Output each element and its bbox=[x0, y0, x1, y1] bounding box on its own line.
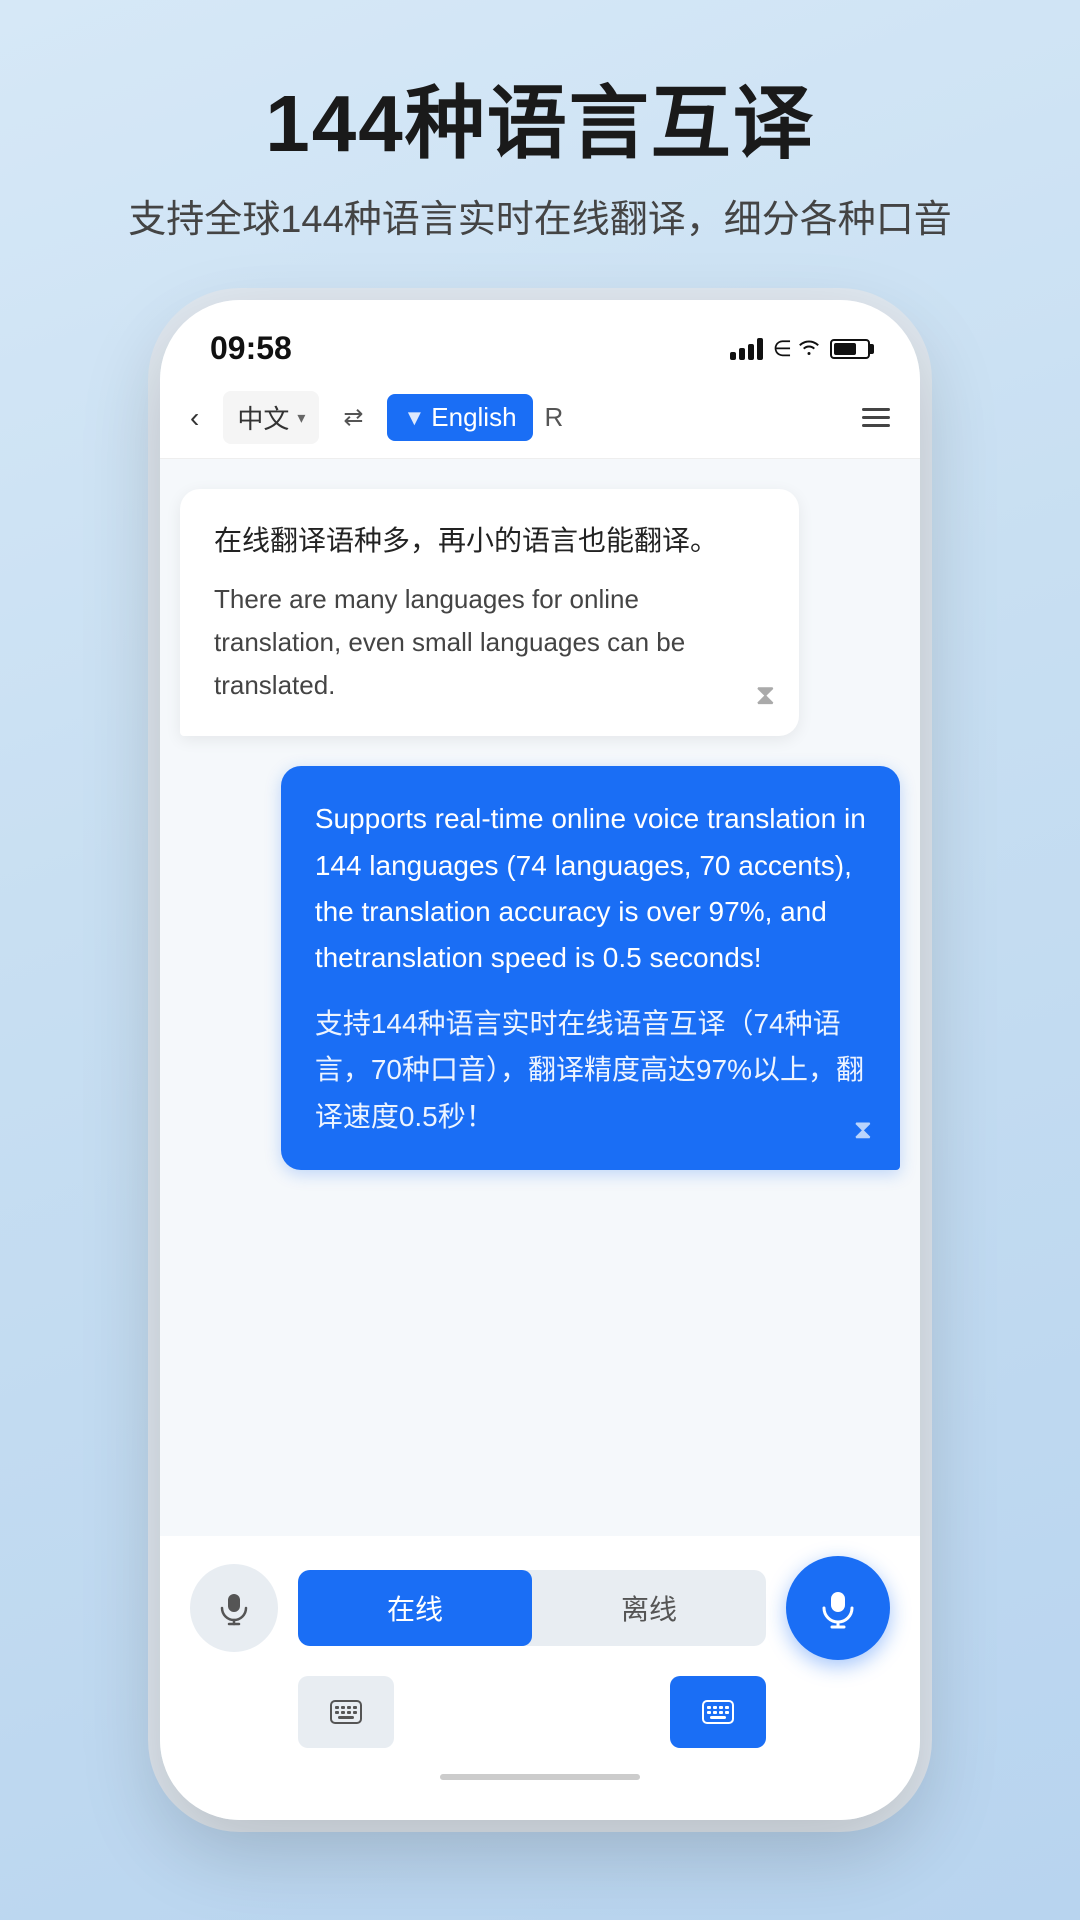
right-bubble-en-text: Supports real-time online voice translat… bbox=[315, 796, 866, 981]
online-toggle-btn[interactable]: 在线 bbox=[298, 1570, 532, 1646]
dropdown-tag: ▼ bbox=[403, 405, 425, 431]
status-time: 09:58 bbox=[210, 330, 292, 367]
page-title: 144种语言互译 bbox=[0, 80, 1080, 168]
r-label: R bbox=[545, 402, 564, 433]
chat-area: 在线翻译语种多，再小的语言也能翻译。 There are many langua… bbox=[160, 459, 920, 1536]
sound-right-icon[interactable]: ⧗ bbox=[854, 1114, 872, 1146]
back-button[interactable]: ‹ bbox=[190, 402, 199, 434]
home-indicator bbox=[440, 1774, 640, 1780]
chevron-down-icon: ▾ bbox=[297, 408, 305, 428]
menu-button[interactable] bbox=[862, 408, 890, 427]
mode-row: 在线 离线 bbox=[190, 1556, 890, 1660]
keyboard-left-btn[interactable] bbox=[298, 1676, 394, 1748]
left-bubble-en-text: There are many languages for online tran… bbox=[214, 578, 765, 707]
signal-icon bbox=[730, 338, 763, 360]
battery-icon bbox=[830, 339, 870, 359]
right-lang-pill[interactable]: ▼ English bbox=[387, 394, 532, 441]
swap-icon[interactable]: ⇄ bbox=[343, 403, 363, 432]
right-lang-label: English bbox=[431, 402, 516, 433]
page-subtitle: 支持全球144种语言实时在线翻译，细分各种口音 bbox=[0, 188, 1080, 243]
online-offline-toggle: 在线 离线 bbox=[298, 1570, 766, 1646]
left-lang-label: 中文 bbox=[237, 399, 289, 436]
bottom-controls: 在线 离线 bbox=[160, 1536, 920, 1820]
status-bar: 09:58 ∈ bbox=[160, 300, 920, 377]
phone-mockup: 09:58 ∈ ‹ 中文 ▾ bbox=[160, 300, 920, 1820]
wifi-icon: ∈ bbox=[773, 336, 820, 362]
right-lang-area: ▼ English R bbox=[387, 394, 563, 441]
right-chat-bubble: Supports real-time online voice translat… bbox=[281, 766, 900, 1169]
mic-main-button[interactable] bbox=[786, 1556, 890, 1660]
left-bubble-cn-text: 在线翻译语种多，再小的语言也能翻译。 bbox=[214, 519, 765, 564]
right-bubble-cn-text: 支持144种语言实时在线语音互译（74种语言，70种口音），翻译精度高达97%以… bbox=[315, 1001, 866, 1140]
left-lang-selector[interactable]: 中文 ▾ bbox=[223, 391, 319, 444]
mic-left-button[interactable] bbox=[190, 1564, 278, 1652]
keyboard-row bbox=[190, 1676, 890, 1748]
offline-toggle-btn[interactable]: 离线 bbox=[532, 1570, 766, 1646]
sound-icon[interactable]: ⧗ bbox=[756, 679, 776, 712]
nav-bar: ‹ 中文 ▾ ⇄ ▼ English R bbox=[160, 377, 920, 459]
status-icons: ∈ bbox=[730, 336, 870, 362]
keyboard-right-btn[interactable] bbox=[670, 1676, 766, 1748]
left-chat-bubble: 在线翻译语种多，再小的语言也能翻译。 There are many langua… bbox=[180, 489, 799, 736]
